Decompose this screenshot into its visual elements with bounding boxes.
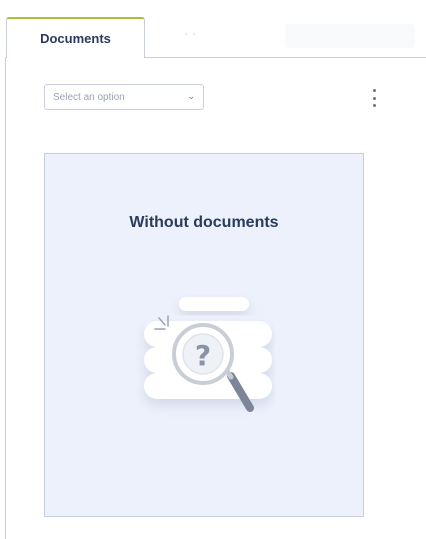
svg-text:?: ?	[195, 339, 211, 372]
tab-documents[interactable]: Documents	[6, 17, 145, 58]
chevron-down-icon: ⌄	[187, 91, 195, 101]
magnifier-question-icon: ?	[144, 297, 272, 412]
select-placeholder: Select an option	[53, 91, 125, 103]
empty-state: Without documents ?	[44, 153, 364, 517]
empty-state-title: Without documents	[129, 214, 279, 231]
tab-faded-placeholder	[285, 24, 415, 48]
tab-secondary-label: ˙ ˙	[184, 30, 198, 46]
tab-bar: Documents ˙ ˙	[0, 0, 426, 58]
tab-documents-label: Documents	[40, 31, 111, 46]
documents-panel: Select an option ⌄ Without documents ?	[5, 57, 426, 539]
more-vertical-icon[interactable]	[369, 89, 379, 107]
document-type-select[interactable]: Select an option ⌄	[44, 84, 204, 110]
tab-secondary[interactable]: ˙ ˙	[146, 20, 236, 56]
